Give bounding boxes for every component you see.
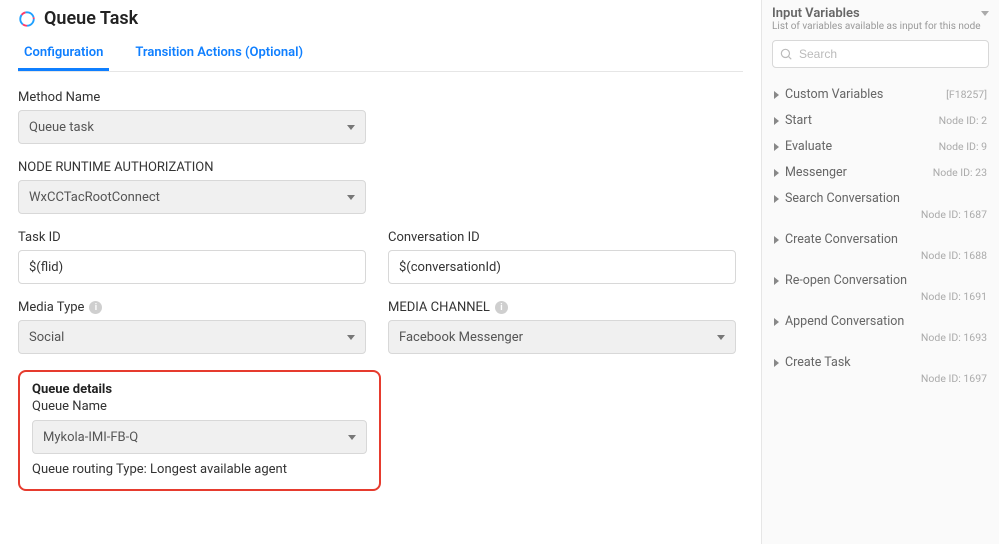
- variable-id: [F18257]: [946, 88, 987, 101]
- variable-name: Append Conversation: [785, 314, 904, 329]
- variable-item[interactable]: Start Node ID: 2: [772, 104, 989, 130]
- header: Queue Task: [18, 8, 743, 29]
- method-name-value: Queue task: [29, 120, 94, 135]
- queue-name-select[interactable]: Mykola-IMI-FB-Q: [32, 420, 367, 454]
- sidebar: Input Variables List of variables availa…: [761, 0, 999, 544]
- chevron-right-icon: [774, 277, 779, 285]
- info-icon: i: [495, 301, 508, 314]
- variable-id: Node ID: 2: [939, 114, 987, 127]
- sidebar-search: [772, 40, 989, 68]
- variable-id: Node ID: 1687: [774, 208, 987, 221]
- sidebar-title: Input Variables: [772, 6, 981, 21]
- chevron-right-icon: [774, 195, 779, 203]
- queue-details-title: Queue details: [32, 382, 367, 397]
- variable-id: Node ID: 9: [939, 140, 987, 153]
- tabs: Configuration Transition Actions (Option…: [18, 37, 743, 72]
- runtime-auth-select[interactable]: WxCCTacRootConnect: [18, 180, 366, 214]
- page-title: Queue Task: [44, 8, 138, 29]
- variable-item[interactable]: Create Task Node ID: 1697: [772, 346, 989, 387]
- queue-name-value: Mykola-IMI-FB-Q: [43, 430, 138, 445]
- task-id-input[interactable]: $(flid): [18, 250, 366, 284]
- variable-id: Node ID: 1688: [774, 249, 987, 262]
- variable-item[interactable]: Append Conversation Node ID: 1693: [772, 305, 989, 346]
- chevron-down-icon: [717, 335, 725, 340]
- queue-details-box: Queue details Queue Name Mykola-IMI-FB-Q…: [18, 370, 381, 491]
- variable-id: Node ID: 1693: [774, 331, 987, 344]
- media-type-select[interactable]: Social: [18, 320, 366, 354]
- variable-item[interactable]: Custom Variables [F18257]: [772, 78, 989, 104]
- chevron-right-icon: [774, 143, 779, 151]
- variable-name: Search Conversation: [785, 191, 900, 206]
- conversation-id-input[interactable]: $(conversationId): [388, 250, 736, 284]
- variable-name: Start: [785, 113, 812, 128]
- media-type-value: Social: [29, 330, 64, 345]
- tab-configuration[interactable]: Configuration: [18, 37, 109, 71]
- chevron-right-icon: [774, 169, 779, 177]
- variable-name: Create Conversation: [785, 232, 898, 247]
- variable-item[interactable]: Messenger Node ID: 23: [772, 156, 989, 182]
- media-channel-select[interactable]: Facebook Messenger: [388, 320, 736, 354]
- variable-name: Custom Variables: [785, 87, 883, 102]
- variable-id: Node ID: 1697: [774, 372, 987, 385]
- search-icon: [779, 47, 793, 61]
- conversation-id-value: $(conversationId): [399, 260, 501, 275]
- chevron-right-icon: [774, 318, 779, 326]
- variable-item[interactable]: Re-open Conversation Node ID: 1691: [772, 264, 989, 305]
- info-icon: i: [89, 301, 102, 314]
- runtime-auth-label: NODE RUNTIME AUTHORIZATION: [18, 160, 366, 175]
- media-type-label: Media Type i: [18, 300, 366, 315]
- queue-name-label: Queue Name: [32, 399, 367, 414]
- variable-name: Re-open Conversation: [785, 273, 907, 288]
- variable-item[interactable]: Evaluate Node ID: 9: [772, 130, 989, 156]
- runtime-auth-value: WxCCTacRootConnect: [29, 190, 160, 205]
- main-panel: Queue Task Configuration Transition Acti…: [0, 0, 761, 544]
- sidebar-search-input[interactable]: [772, 40, 989, 68]
- variable-name: Messenger: [785, 165, 847, 180]
- variable-list: Custom Variables [F18257] Start Node ID: 2 E…: [772, 78, 989, 387]
- chevron-right-icon: [774, 91, 779, 99]
- variable-id: Node ID: 1691: [774, 290, 987, 303]
- chevron-down-icon[interactable]: [981, 11, 989, 16]
- tab-transition-actions[interactable]: Transition Actions (Optional): [129, 37, 309, 71]
- media-channel-label: MEDIA CHANNEL i: [388, 300, 736, 315]
- chevron-down-icon: [347, 195, 355, 200]
- conversation-id-label: Conversation ID: [388, 230, 736, 245]
- variable-name: Create Task: [785, 355, 851, 370]
- variable-name: Evaluate: [785, 139, 832, 154]
- variable-item[interactable]: Search Conversation Node ID: 1687: [772, 182, 989, 223]
- sidebar-subtitle: List of variables available as input for…: [772, 21, 981, 32]
- chevron-down-icon: [348, 435, 356, 440]
- task-id-value: $(flid): [29, 260, 63, 275]
- queue-routing-type: Queue routing Type: Longest available ag…: [32, 462, 367, 477]
- media-channel-value: Facebook Messenger: [399, 330, 523, 345]
- task-id-label: Task ID: [18, 230, 366, 245]
- node-logo-icon: [18, 10, 36, 28]
- method-name-select[interactable]: Queue task: [18, 110, 366, 144]
- variable-id: Node ID: 23: [933, 166, 987, 179]
- chevron-down-icon: [347, 335, 355, 340]
- chevron-right-icon: [774, 117, 779, 125]
- chevron-down-icon: [347, 125, 355, 130]
- chevron-right-icon: [774, 236, 779, 244]
- method-name-label: Method Name: [18, 90, 366, 105]
- variable-item[interactable]: Create Conversation Node ID: 1688: [772, 223, 989, 264]
- chevron-right-icon: [774, 359, 779, 367]
